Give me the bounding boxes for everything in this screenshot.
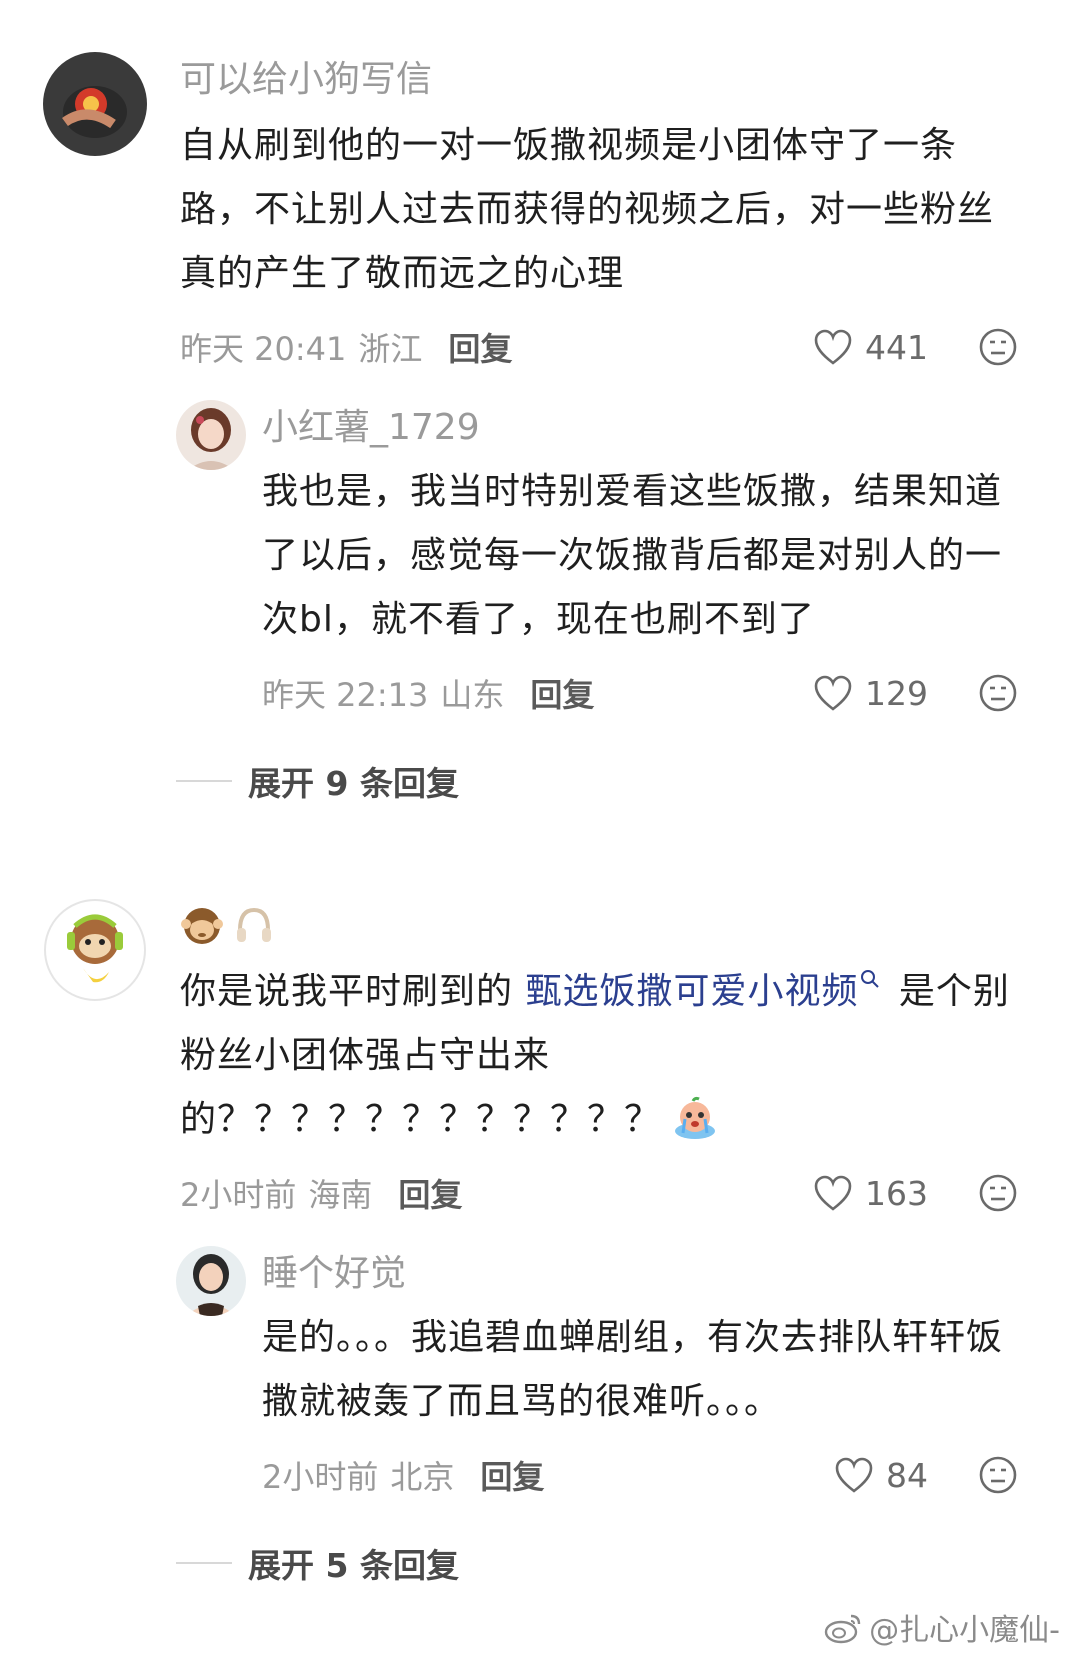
divider-line <box>176 780 232 782</box>
username[interactable]: 睡个好觉 <box>262 1246 1018 1302</box>
comment-item: 可以给小狗写信 自从刷到他的一对一饭撒视频是小团体守了一条路，不让别人过去而获得… <box>0 52 1080 382</box>
like-button[interactable]: 84 <box>834 1456 928 1495</box>
dislike-face-icon[interactable] <box>978 673 1018 713</box>
monkey-emoji-icon <box>181 908 223 944</box>
divider-line <box>176 1562 232 1564</box>
timestamp: 昨天 22:13 <box>262 676 429 714</box>
username[interactable]: 可以给小狗写信 <box>180 52 1018 108</box>
reply-meta: 2小时前 北京 回复 84 <box>262 1440 1018 1510</box>
reply-button[interactable]: 回复 <box>398 1170 462 1216</box>
avatar[interactable] <box>43 898 147 1002</box>
search-link[interactable]: 甄选饭撒可爱小视频 <box>525 971 858 1012</box>
watermark: @扎心小魔仙- <box>823 1605 1060 1649</box>
username[interactable]: 小红薯_1729 <box>262 400 1018 456</box>
comment-text: 自从刷到他的一对一饭撒视频是小团体守了一条路，不让别人过去而获得的视频之后，对一… <box>180 125 995 294</box>
dislike-face-icon[interactable] <box>978 327 1018 367</box>
username[interactable] <box>180 898 1018 954</box>
dislike-face-icon[interactable] <box>978 1173 1018 1213</box>
heart-icon <box>814 329 852 365</box>
heart-icon <box>814 675 852 711</box>
reply-item: 小红薯_1729 我也是，我当时特别爱看这些饭撒，结果知道了以后，感觉每一次饭撒… <box>0 400 1080 728</box>
location: 山东 <box>440 676 505 714</box>
reply-text: 我也是，我当时特别爱看这些饭撒，结果知道了以后，感觉每一次饭撒背后都是对别人的一… <box>262 471 1003 640</box>
like-button[interactable]: 163 <box>813 1174 928 1213</box>
text-segment: 你是说我平时刷到的 <box>180 971 526 1012</box>
like-count: 441 <box>865 327 928 367</box>
watermark-text: @扎心小魔仙- <box>869 1613 1060 1648</box>
comment-text: 你是说我平时刷到的 甄选饭撒可爱小视频 是个别粉丝小团体强占守出来的？？？？？？… <box>180 960 1018 1152</box>
expand-replies-button[interactable]: 展开 5 条回复 <box>0 1528 1080 1598</box>
reply-button[interactable]: 回复 <box>530 670 594 716</box>
comment-meta: 2小时前 海南 回复 163 <box>180 1158 1018 1228</box>
dislike-face-icon[interactable] <box>978 1455 1018 1495</box>
comment-list: 可以给小狗写信 自从刷到他的一对一饭撒视频是小团体守了一条路，不让别人过去而获得… <box>0 0 1080 1657</box>
location: 北京 <box>390 1458 455 1496</box>
timestamp: 2小时前 <box>262 1458 379 1496</box>
avatar[interactable] <box>176 400 246 470</box>
location: 浙江 <box>358 330 423 368</box>
reply-button[interactable]: 回复 <box>448 324 512 370</box>
timestamp: 2小时前 <box>180 1176 297 1214</box>
reply-item: 睡个好觉 是的。。。我追碧血蝉剧组，有次去排队轩轩饭撒就被轰了而且骂的很难听。。… <box>0 1246 1080 1510</box>
like-button[interactable]: 129 <box>813 674 928 713</box>
search-icon[interactable] <box>860 969 880 989</box>
reply-meta: 昨天 22:13 山东 回复 129 <box>262 658 1018 728</box>
headphones-icon <box>237 907 271 942</box>
weibo-logo-icon <box>824 1614 861 1644</box>
like-count: 129 <box>865 673 928 713</box>
heart-icon <box>814 1175 852 1211</box>
timestamp: 昨天 20:41 <box>180 330 347 368</box>
comment-meta: 昨天 20:41 浙江 回复 441 <box>180 312 1018 382</box>
expand-label: 展开 9 条回复 <box>248 764 459 803</box>
like-count: 84 <box>886 1455 928 1495</box>
reply-text: 是的。。。我追碧血蝉剧组，有次去排队轩轩饭撒就被轰了而且骂的很难听。。。 <box>262 1317 1004 1422</box>
crying-emoji-icon <box>675 1096 716 1139</box>
comment-item: 你是说我平时刷到的 甄选饭撒可爱小视频 是个别粉丝小团体强占守出来的？？？？？？… <box>0 898 1080 1228</box>
avatar[interactable] <box>176 1246 246 1316</box>
reply-button[interactable]: 回复 <box>480 1452 544 1498</box>
expand-label: 展开 5 条回复 <box>248 1546 459 1585</box>
like-button[interactable]: 441 <box>813 328 928 367</box>
expand-replies-button[interactable]: 展开 9 条回复 <box>0 746 1080 816</box>
like-count: 163 <box>865 1173 928 1213</box>
avatar[interactable] <box>43 52 147 156</box>
heart-icon <box>835 1457 873 1493</box>
location: 海南 <box>308 1176 373 1214</box>
